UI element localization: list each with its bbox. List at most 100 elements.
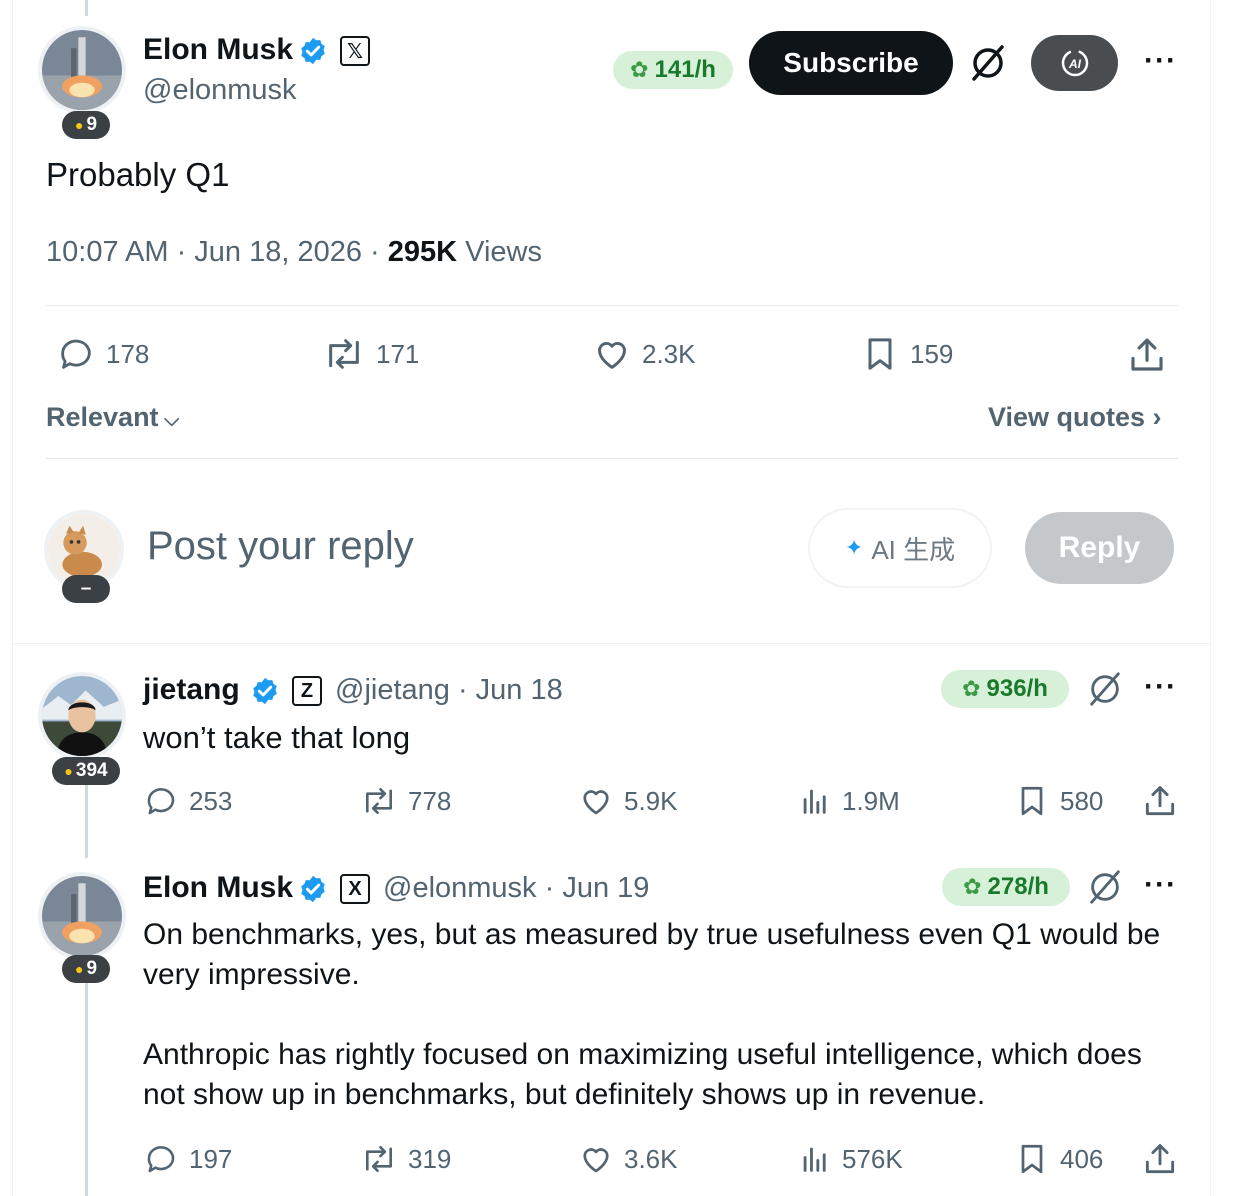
level-badge: ● 9 <box>62 955 110 983</box>
bookmark-icon <box>1021 1144 1043 1174</box>
share-upload-icon <box>1145 1144 1175 1174</box>
more-options-icon[interactable]: ··· <box>1144 868 1177 902</box>
like-action[interactable]: 5.9K <box>578 783 678 819</box>
post-timestamp[interactable]: 10:07 AM · Jun 18, 2026 · <box>46 236 388 268</box>
reply-input[interactable]: Post your reply <box>147 524 414 569</box>
reply-text: won’t take that long <box>143 720 411 755</box>
speech-bubble-icon <box>147 1146 175 1173</box>
heart-icon <box>583 790 609 815</box>
verified-check-icon <box>301 875 325 903</box>
share-upload-icon <box>1131 338 1163 371</box>
verified-check-icon <box>253 677 277 705</box>
verified-check-icon <box>301 37 325 65</box>
slashed-circle-icon[interactable] <box>1086 868 1124 906</box>
thread-connector <box>85 0 88 16</box>
repost-arrows-icon <box>365 787 393 815</box>
repost-arrows-icon <box>365 1145 393 1173</box>
reply-text-line: not show up in benchmarks, but definitel… <box>143 1078 986 1111</box>
reply-text-line: On benchmarks, yes, but as measured by t… <box>143 918 1161 951</box>
reply-handle-date[interactable]: @elonmusk · Jun 19 <box>383 872 649 905</box>
org-badge-icon: Z <box>292 676 322 706</box>
speech-bubble-icon <box>61 339 91 369</box>
bar-chart-icon <box>803 1147 826 1172</box>
share-action[interactable] <box>1126 334 1168 376</box>
bookmark-icon <box>1021 786 1043 816</box>
x-org-badge-icon: X <box>340 874 370 904</box>
left-border <box>12 0 13 1196</box>
ai-translate-button[interactable]: AI <box>1031 35 1118 91</box>
like-action[interactable]: 3.6K <box>578 1141 678 1177</box>
author-handle[interactable]: @elonmusk <box>143 74 297 107</box>
reply-handle-date[interactable]: @jietang · Jun 18 <box>335 674 563 707</box>
view-quotes-link[interactable]: View quotes › <box>988 402 1162 433</box>
reply-text-line: very impressive. <box>143 958 360 991</box>
repost-action[interactable]: 171 <box>322 334 419 374</box>
views-label: Views <box>457 236 542 268</box>
reply-action[interactable]: 197 <box>143 1141 232 1177</box>
rocket-launch-image <box>42 30 122 110</box>
reply-button[interactable]: Reply <box>1025 512 1174 584</box>
views-action[interactable]: 1.9M <box>798 783 900 819</box>
divider <box>46 305 1178 306</box>
sprout-icon: ✿ <box>963 874 982 899</box>
bookmark-icon <box>868 338 892 370</box>
level-badge: ● 9 <box>62 111 110 139</box>
medal-icon: ● <box>74 117 84 133</box>
sparkle-icon: ✦ <box>844 535 864 560</box>
bar-chart-icon <box>803 789 826 814</box>
reply-author-name[interactable]: jietang <box>143 673 240 707</box>
slashed-circle-icon[interactable] <box>968 43 1008 83</box>
repost-action[interactable]: 778 <box>360 783 451 819</box>
level-badge: ● 394 <box>52 757 120 785</box>
heart-icon <box>583 1148 609 1173</box>
share-action[interactable] <box>1141 1140 1179 1178</box>
sprout-icon: ✿ <box>630 57 649 82</box>
sprout-icon: ✿ <box>962 676 981 701</box>
engagement-rate-badge[interactable]: ✿ 278/h <box>942 868 1070 906</box>
post-meta: 10:07 AM · Jun 18, 2026 · 295K Views <box>46 236 542 269</box>
reply-text-line: Anthropic has rightly focused on maximiz… <box>143 1038 1142 1071</box>
repost-action[interactable]: 319 <box>360 1141 451 1177</box>
views-count: 295K <box>387 236 458 268</box>
chevron-down-icon: ⌵ <box>158 409 180 431</box>
divider <box>13 643 1210 644</box>
speech-bubble-icon <box>147 788 175 815</box>
share-action[interactable] <box>1141 782 1179 820</box>
thread-connector <box>85 780 88 858</box>
more-options-icon[interactable]: ··· <box>1144 44 1177 78</box>
subscribe-button[interactable]: Subscribe <box>749 31 953 95</box>
like-action[interactable]: 2.3K <box>592 334 696 374</box>
reply-author-avatar[interactable] <box>38 672 126 760</box>
reply-author-name[interactable]: Elon Musk <box>143 871 293 905</box>
person-photo-image <box>42 676 122 756</box>
more-options-icon[interactable]: ··· <box>1144 670 1177 704</box>
divider <box>46 458 1178 459</box>
right-border <box>1210 0 1211 1196</box>
engagement-rate-badge[interactable]: ✿ 141/h <box>613 51 733 89</box>
bookmark-action[interactable]: 406 <box>1014 1141 1103 1177</box>
bookmark-action[interactable]: 580 <box>1014 783 1103 819</box>
author-name[interactable]: Elon Musk <box>143 33 293 67</box>
slashed-circle-icon[interactable] <box>1086 670 1124 708</box>
svg-text:AI: AI <box>1068 57 1082 71</box>
level-badge: – <box>62 575 110 603</box>
reply-action[interactable]: 178 <box>56 334 149 374</box>
engagement-rate-badge[interactable]: ✿ 936/h <box>941 670 1069 708</box>
x-org-badge-icon: 𝕏 <box>340 36 370 66</box>
ai-generate-button[interactable]: ✦ AI 生成 <box>808 508 992 588</box>
repost-arrows-icon <box>329 339 359 369</box>
post-text: Probably Q1 <box>46 156 230 193</box>
thread-connector <box>85 980 88 1196</box>
reply-author-avatar[interactable] <box>38 872 126 960</box>
share-upload-icon <box>1145 786 1175 816</box>
author-avatar[interactable] <box>38 26 126 114</box>
medal-icon: ● <box>64 763 73 779</box>
chevron-right-icon: › <box>1145 402 1162 432</box>
sort-dropdown[interactable]: Relevant ⌵ <box>46 402 179 433</box>
bookmark-action[interactable]: 159 <box>860 334 953 374</box>
ai-translate-icon: AI <box>1061 49 1088 77</box>
heart-icon <box>598 342 626 369</box>
medal-icon: ● <box>74 961 84 977</box>
reply-action[interactable]: 253 <box>143 783 232 819</box>
views-action[interactable]: 576K <box>798 1141 903 1177</box>
